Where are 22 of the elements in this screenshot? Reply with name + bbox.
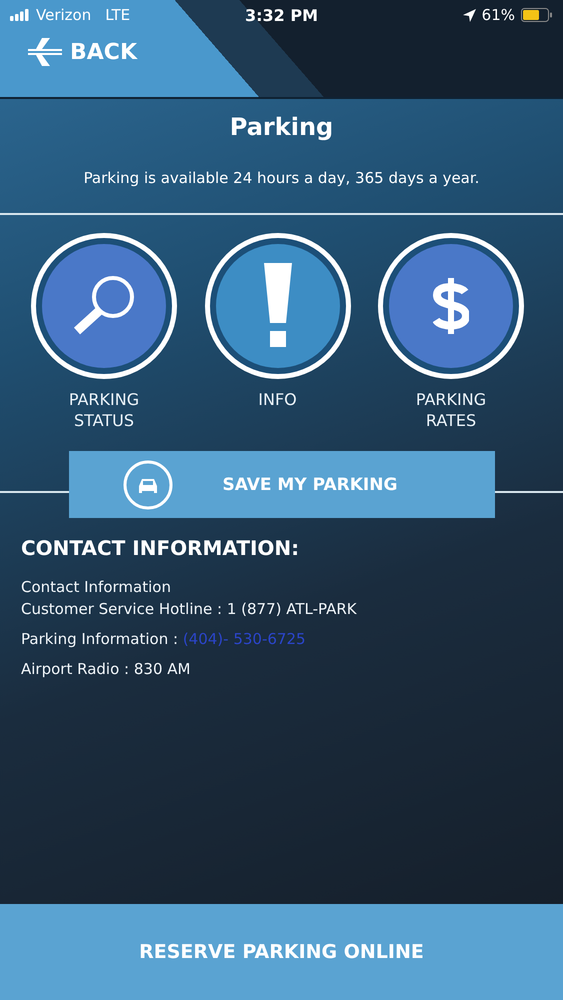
contact-line: Contact Information [21,578,172,596]
reserve-parking-button[interactable]: RESERVE PARKING ONLINE [0,904,563,1000]
signal-icon [10,9,30,21]
car-icon [122,460,172,510]
dollar-icon [433,278,469,334]
clock-time: 3:32 PM [245,6,318,24]
contact-line: Airport Radio : 830 AM [21,660,192,678]
availability-text: Parking is available 24 hours a day, 365 days a year. [82,169,480,187]
battery-percent: 61% [482,6,516,24]
phone-link[interactable]: (404)- 530-6725 [182,630,306,648]
save-parking-button[interactable]: SAVE MY PARKING [68,451,494,518]
page-title: Parking [228,113,334,141]
contact-line: Customer Service Hotline : 1 (877) ATL-PARK [21,600,358,618]
carrier-name: Verizon [36,6,92,24]
battery-icon [521,8,554,22]
airplane-logo-icon [28,38,62,66]
network-type: LTE [105,6,130,24]
contact-line: Parking Information : (404)- 530-6725 [21,630,307,648]
location-arrow-icon [462,8,476,22]
exclamation-icon [264,263,292,349]
back-button[interactable]: BACK [28,38,137,66]
contact-heading: CONTACT INFORMATION: [21,536,300,560]
